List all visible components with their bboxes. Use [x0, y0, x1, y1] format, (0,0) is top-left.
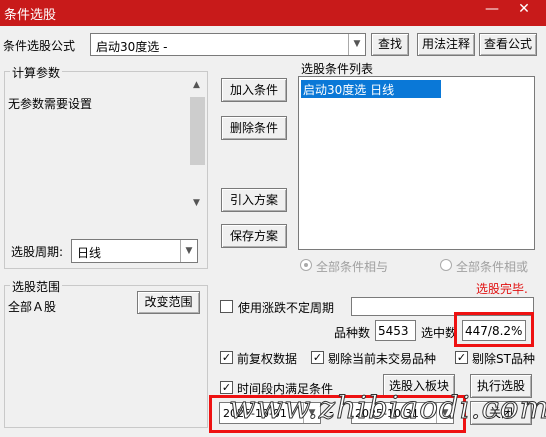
or-radio[interactable]: [440, 259, 452, 271]
find-button[interactable]: 查找: [371, 33, 409, 56]
or-label: 全部条件相或: [456, 260, 529, 274]
exclude-untraded-checkbox[interactable]: ✓: [311, 351, 324, 364]
conditions-list[interactable]: 启动30度选 日线: [298, 76, 535, 250]
scroll-up-icon[interactable]: ▲: [193, 80, 200, 90]
highlight-box-selected: [454, 312, 534, 347]
conditions-legend: 选股条件列表: [301, 62, 374, 76]
count-field: 5453: [375, 320, 416, 341]
params-text: 无参数需要设置: [8, 97, 93, 111]
chevron-down-icon[interactable]: ▼: [348, 34, 365, 55]
minimize-button[interactable]: —: [476, 0, 508, 20]
import-scheme-button[interactable]: 引入方案: [221, 188, 287, 212]
formula-value: 启动30度选 -: [96, 40, 168, 54]
formula-label: 条件选股公式: [3, 39, 76, 53]
title-bar: 条件选股 — ✕: [0, 0, 546, 26]
change-scope-button[interactable]: 改变范围: [137, 291, 200, 314]
watermark: www.zhibiaodi.com: [229, 390, 546, 427]
exclude-untraded-label: 剔除当前未交易品种: [328, 352, 437, 366]
params-legend: 计算参数: [10, 64, 63, 81]
and-radio[interactable]: [300, 259, 312, 271]
condition-item-label: 启动30度选 日线: [303, 83, 395, 97]
delete-condition-button[interactable]: 删除条件: [221, 116, 287, 140]
chevron-down-icon[interactable]: ▼: [180, 240, 197, 262]
scroll-thumb[interactable]: [190, 97, 205, 165]
period-dropdown[interactable]: 日线 ▼: [71, 239, 198, 263]
add-condition-button[interactable]: 加入条件: [221, 78, 287, 102]
adjust-checkbox[interactable]: ✓: [220, 351, 233, 364]
status-message: 选股完毕.: [476, 282, 528, 296]
uncertain-period-checkbox[interactable]: [220, 300, 233, 313]
save-scheme-button[interactable]: 保存方案: [221, 224, 287, 248]
period-label: 选股周期:: [11, 245, 64, 259]
window-title: 条件选股: [4, 8, 57, 23]
formula-dropdown[interactable]: 启动30度选 - ▼: [90, 33, 366, 56]
scroll-down-icon[interactable]: ▼: [193, 198, 200, 208]
exclude-st-label: 剔除ST品种: [472, 352, 535, 366]
and-label: 全部条件相与: [316, 260, 389, 274]
uncertain-period-label: 使用涨跌不定周期: [238, 301, 335, 315]
exclude-st-checkbox[interactable]: ✓: [455, 351, 468, 364]
condition-item[interactable]: 启动30度选 日线: [301, 80, 441, 98]
params-scrollbar[interactable]: ▲ ▼: [189, 78, 206, 212]
scope-value: 全部Ａ股: [8, 300, 57, 314]
period-value: 日线: [77, 246, 102, 260]
count-value: 5453: [378, 324, 409, 338]
selected-label: 选中数: [421, 326, 458, 340]
count-label: 品种数: [334, 326, 371, 340]
adjust-label: 前复权数据: [237, 352, 298, 366]
usage-button[interactable]: 用法注释: [417, 33, 475, 56]
close-window-button[interactable]: ✕: [508, 0, 540, 20]
scope-legend: 选股范围: [10, 278, 63, 295]
view-formula-button[interactable]: 查看公式: [479, 33, 537, 56]
